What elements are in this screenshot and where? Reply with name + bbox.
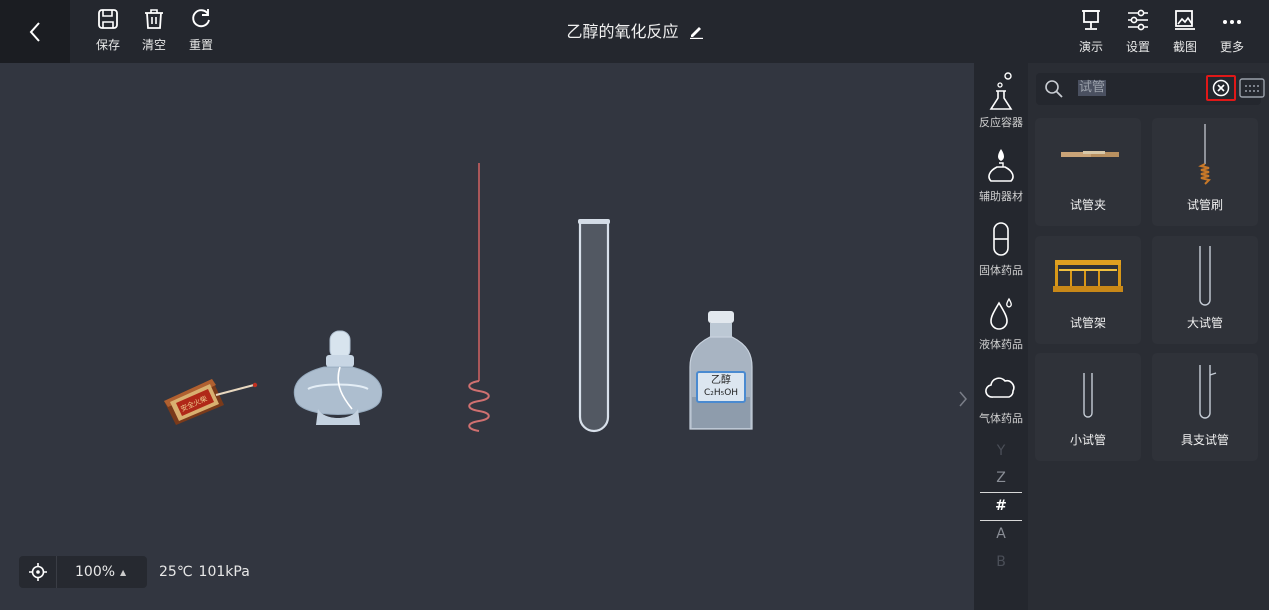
search-icon	[1045, 80, 1063, 98]
back-button[interactable]	[0, 0, 70, 63]
save-button[interactable]: 保存	[88, 8, 128, 58]
large-test-tube-icon	[1199, 246, 1211, 306]
trash-icon	[145, 9, 163, 29]
alphabet-index-y[interactable]: Y	[974, 443, 1028, 459]
clear-circle-x-icon	[1212, 79, 1230, 97]
pressure-readout: 101kPa	[198, 564, 250, 580]
crosshair-icon	[28, 563, 47, 581]
index-divider	[980, 492, 1022, 493]
apparatus-item-large-test-tube[interactable]: 大试管	[1152, 236, 1258, 344]
sliders-icon	[1128, 9, 1148, 31]
save-icon	[98, 9, 118, 29]
cloud-icon	[985, 377, 1015, 398]
presentation-icon	[1082, 10, 1100, 30]
reset-button[interactable]: 重置	[181, 8, 221, 58]
apparatus-item-test-tube-brush[interactable]: 试管刷	[1152, 118, 1258, 226]
refresh-icon	[192, 9, 210, 28]
document-title-text: 乙醇的氧化反应	[566, 22, 679, 41]
expand-panel-chevron-icon[interactable]	[958, 390, 968, 408]
alphabet-index-z[interactable]: Z	[974, 470, 1028, 486]
zoom-control[interactable]: 100% ▲	[19, 556, 147, 588]
temperature-readout: 25℃	[159, 564, 193, 580]
clear-label: 清空	[141, 38, 166, 52]
droplet-icon	[990, 297, 1012, 330]
search-box[interactable]: 试管	[1036, 73, 1265, 105]
apparatus-item-side-arm-test-tube[interactable]: 具支试管	[1152, 353, 1258, 461]
small-test-tube-icon	[1083, 373, 1093, 418]
screenshot-label: 截图	[1172, 40, 1197, 54]
status-bar: 100% ▲ 25℃ 101kPa	[19, 556, 250, 588]
lamp-icon	[988, 149, 1014, 182]
locate-button[interactable]	[19, 556, 57, 588]
category-label: 反应容器	[979, 116, 1023, 129]
capsule-icon	[993, 222, 1009, 256]
alcohol-lamp[interactable]	[288, 325, 388, 435]
flask-icon	[989, 72, 1013, 110]
reagent-bottle[interactable]: 乙醇 C₂H₅OH	[686, 311, 756, 433]
category-label: 固体药品	[979, 264, 1023, 277]
test-tube-rack-icon	[1053, 260, 1123, 292]
category-gas-reagents[interactable]: 气体药品	[974, 369, 1028, 426]
top-toolbar: 保存 清空 重置 乙醇的氧化反应 演示 设置 截图 更多	[0, 0, 1269, 63]
clear-search-button[interactable]	[1206, 75, 1236, 101]
side-arm-test-tube-icon	[1199, 365, 1217, 419]
category-reaction-vessels[interactable]: 反应容器	[974, 71, 1028, 130]
document-title[interactable]: 乙醇的氧化反应	[520, 18, 750, 43]
apparatus-panel: 试管 试管夹 试管刷 试管架 大试管 小试管 具支试管	[1028, 63, 1269, 610]
category-solid-reagents[interactable]: 固体药品	[974, 221, 1028, 278]
apparatus-item-label: 大试管	[1186, 316, 1223, 330]
caret-up-icon[interactable]: ▲	[120, 568, 126, 577]
zoom-value[interactable]: 100%	[75, 564, 115, 580]
category-label: 液体药品	[979, 338, 1023, 351]
alphabet-index-a[interactable]: A	[974, 526, 1028, 542]
alphabet-index-hash[interactable]: #	[974, 498, 1028, 514]
category-sidebar: 反应容器 辅助器材 固体药品 液体药品 气体药品 Y Z # A B	[974, 63, 1028, 610]
apparatus-item-test-tube-rack[interactable]: 试管架	[1035, 236, 1141, 344]
chevron-left-icon	[29, 21, 40, 42]
demo-button[interactable]: 演示	[1071, 8, 1111, 58]
apparatus-item-small-test-tube[interactable]: 小试管	[1035, 353, 1141, 461]
reagent-label-formula: C₂H₅OH	[703, 388, 739, 398]
category-label: 气体药品	[979, 412, 1023, 425]
apparatus-item-label: 小试管	[1069, 433, 1106, 447]
edit-pencil-icon[interactable]	[688, 23, 704, 43]
reagent-label: 乙醇 C₂H₅OH	[696, 371, 746, 403]
screenshot-button[interactable]: 截图	[1165, 8, 1205, 58]
apparatus-item-test-tube-clamp[interactable]: 试管夹	[1035, 118, 1141, 226]
more-label: 更多	[1219, 40, 1244, 54]
category-label: 辅助器材	[979, 190, 1023, 203]
keyboard-icon[interactable]	[1239, 76, 1265, 100]
index-divider	[980, 520, 1022, 521]
apparatus-item-label: 试管夹	[1069, 198, 1106, 212]
matchbox[interactable]: 安全火柴	[160, 371, 260, 427]
experiment-canvas[interactable]: 安全火柴 乙醇 C₂H₅OH	[0, 63, 974, 610]
category-auxiliary-equipment[interactable]: 辅助器材	[974, 147, 1028, 204]
more-button[interactable]: 更多	[1212, 8, 1252, 58]
image-crop-icon	[1175, 10, 1195, 30]
apparatus-item-label: 具支试管	[1180, 433, 1229, 447]
test-tube-brush-icon	[1198, 124, 1211, 185]
save-label: 保存	[95, 38, 120, 52]
test-tube-clamp-icon	[1061, 151, 1119, 157]
clear-button[interactable]: 清空	[134, 8, 174, 58]
settings-button[interactable]: 设置	[1118, 8, 1158, 58]
more-dots-icon	[1223, 20, 1241, 24]
alphabet-index-b[interactable]: B	[974, 554, 1028, 570]
apparatus-item-label: 试管架	[1069, 316, 1106, 330]
reset-label: 重置	[188, 38, 213, 52]
category-liquid-reagents[interactable]: 液体药品	[974, 295, 1028, 352]
demo-label: 演示	[1078, 40, 1103, 54]
apparatus-item-label: 试管刷	[1186, 198, 1223, 212]
copper-wire[interactable]	[462, 163, 492, 433]
reagent-label-name: 乙醇	[711, 375, 731, 386]
test-tube[interactable]	[576, 219, 612, 437]
search-input[interactable]: 试管	[1078, 80, 1107, 96]
settings-label: 设置	[1125, 40, 1150, 54]
